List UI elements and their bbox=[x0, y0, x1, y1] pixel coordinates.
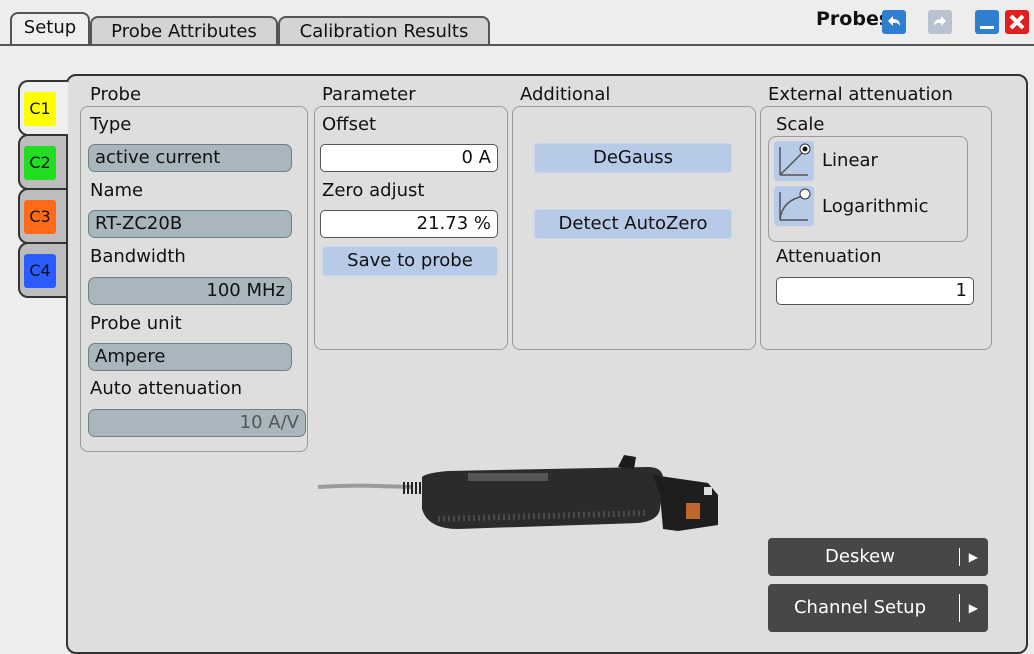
save-to-probe-button[interactable]: Save to probe bbox=[322, 246, 498, 276]
probe-unit-label: Probe unit bbox=[90, 313, 182, 334]
bandwidth-field: 100 MHz bbox=[88, 277, 292, 305]
auto-attenuation-field: 10 A/V bbox=[88, 409, 306, 437]
external-attenuation-heading: External attenuation bbox=[768, 84, 953, 105]
close-icon bbox=[1009, 14, 1025, 30]
divider bbox=[959, 548, 960, 566]
deskew-button-label: Deskew bbox=[825, 546, 895, 567]
name-label: Name bbox=[90, 180, 144, 201]
linear-label[interactable]: Linear bbox=[822, 150, 878, 171]
tab-probe-attributes[interactable]: Probe Attributes bbox=[90, 16, 278, 44]
parameter-heading: Parameter bbox=[322, 84, 416, 105]
close-button[interactable] bbox=[1005, 10, 1029, 34]
channel-label: C1 bbox=[24, 92, 56, 126]
tab-baseline bbox=[0, 44, 1034, 46]
type-label: Type bbox=[90, 114, 132, 135]
window-title: Probes bbox=[816, 8, 891, 30]
minimize-icon bbox=[980, 26, 994, 29]
degauss-button[interactable]: DeGauss bbox=[534, 143, 732, 173]
attenuation-label: Attenuation bbox=[776, 246, 882, 267]
linear-scale-icon bbox=[779, 143, 811, 176]
probe-image bbox=[318, 455, 718, 531]
redo-icon bbox=[934, 16, 946, 26]
type-field: active current bbox=[88, 144, 292, 172]
channel-label: C2 bbox=[24, 146, 56, 180]
channel-tab-c1[interactable]: C1 bbox=[18, 80, 68, 136]
zero-adjust-input[interactable]: 21.73 % bbox=[320, 210, 498, 238]
name-field: RT-ZC20B bbox=[88, 210, 292, 238]
undo-button[interactable] bbox=[882, 10, 906, 34]
linear-radio[interactable] bbox=[774, 141, 814, 181]
logarithmic-label[interactable]: Logarithmic bbox=[822, 196, 928, 217]
tab-setup[interactable]: Setup bbox=[10, 12, 90, 44]
offset-input[interactable]: 0 A bbox=[320, 144, 498, 172]
channel-tab-c2[interactable]: C2 bbox=[18, 134, 68, 190]
tab-calibration-results[interactable]: Calibration Results bbox=[278, 16, 490, 44]
undo-icon bbox=[888, 16, 900, 26]
additional-heading: Additional bbox=[520, 84, 611, 105]
divider bbox=[959, 594, 960, 622]
attenuation-input[interactable]: 1 bbox=[776, 277, 974, 305]
redo-button[interactable] bbox=[928, 10, 952, 34]
channel-tab-c3[interactable]: C3 bbox=[18, 188, 68, 244]
probe-heading: Probe bbox=[90, 84, 142, 105]
triangle-right-icon: ▶ bbox=[968, 550, 978, 564]
channel-tab-c4[interactable]: C4 bbox=[18, 242, 68, 298]
probe-unit-field: Ampere bbox=[88, 343, 292, 371]
scale-label: Scale bbox=[776, 114, 825, 135]
deskew-button[interactable]: Deskew ▶ bbox=[768, 538, 988, 576]
channel-label: C3 bbox=[24, 200, 56, 234]
detect-autozero-button[interactable]: Detect AutoZero bbox=[534, 209, 732, 239]
channel-setup-button-label: Channel Setup bbox=[793, 597, 926, 618]
channel-setup-button[interactable]: Channel Setup ▶ bbox=[768, 584, 988, 632]
triangle-right-icon: ▶ bbox=[968, 601, 978, 615]
logarithmic-radio[interactable] bbox=[774, 186, 814, 226]
channel-label: C4 bbox=[24, 254, 56, 288]
minimize-button[interactable] bbox=[975, 10, 999, 34]
zero-adjust-label: Zero adjust bbox=[322, 180, 425, 201]
bandwidth-label: Bandwidth bbox=[90, 246, 186, 267]
auto-attenuation-label: Auto attenuation bbox=[90, 378, 243, 399]
offset-label: Offset bbox=[322, 114, 377, 135]
logarithmic-scale-icon bbox=[779, 188, 811, 221]
